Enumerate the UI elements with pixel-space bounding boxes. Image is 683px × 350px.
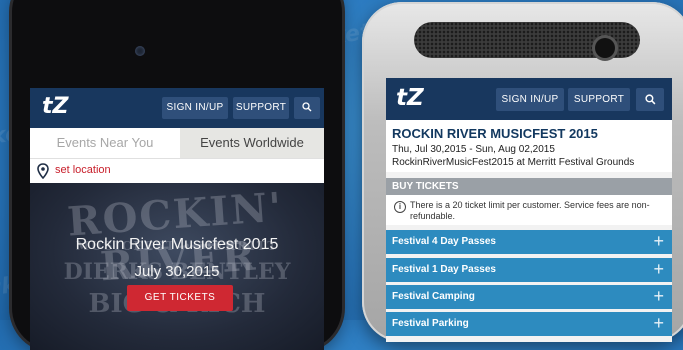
event-title: Rockin River Musicfest 2015 [75,236,279,253]
ticket-category-label: Festival Camping [392,291,475,302]
expand-plus-icon[interactable]: + [653,231,664,252]
expand-plus-icon[interactable]: + [653,286,664,307]
ticket-notice-text: There is a 20 ticket limit per customer.… [410,200,650,221]
ticket-category-row[interactable]: Festival Parking + [386,312,672,336]
info-icon: i [394,201,406,213]
sign-in-button[interactable]: SIGN IN/UP [496,88,564,111]
location-pin-icon [37,163,49,179]
event-venue: RockinRiverMusicFest2015 at Merritt Fest… [392,157,635,168]
right-phone: tZ SIGN IN/UP SUPPORT ROCKIN RIVER MUSIC… [362,2,683,342]
get-tickets-button[interactable]: GET TICKETS [127,285,233,311]
right-phone-screen: tZ SIGN IN/UP SUPPORT ROCKIN RIVER MUSIC… [386,78,672,342]
event-title: ROCKIN RIVER MUSICFEST 2015 [392,126,598,141]
ticket-category-label: Festival 4 Day Passes [392,236,496,247]
ticket-category-label: Festival 1 Day Passes [392,264,496,275]
support-button[interactable]: SUPPORT [233,97,289,119]
front-camera [595,38,615,58]
brand-logo[interactable]: tZ [396,85,424,111]
event-info: ROCKIN RIVER MUSICFEST 2015 Thu, Jul 30,… [386,120,672,172]
left-phone-screen: tZ SIGN IN/UP SUPPORT Events Near You Ev… [30,88,324,350]
ticket-category-row[interactable]: Festival 4 Day Passes + [386,230,672,254]
ticket-category-row[interactable]: Festival 1 Day Passes + [386,258,672,282]
event-date: July 30,2015 [134,263,220,280]
brand-logo[interactable]: tZ [42,94,68,119]
tab-events-worldwide[interactable]: Events Worldwide [180,128,324,158]
app-header: tZ SIGN IN/UP SUPPORT [386,78,672,120]
location-bar[interactable]: set location [30,158,324,183]
left-phone: tZ SIGN IN/UP SUPPORT Events Near You Ev… [12,0,342,350]
event-dates: Thu, Jul 30,2015 - Sun, Aug 02,2015 [392,144,555,155]
ticket-category-row[interactable]: Festival Camping + [386,285,672,309]
tab-events-near-you[interactable]: Events Near You [30,128,180,158]
expand-plus-icon[interactable]: + [653,259,664,280]
event-poster[interactable]: ROCKIN' RIVER MUSICFEST • MERRITT DIERKS… [30,183,324,350]
ticket-notice: i There is a 20 ticket limit per custome… [386,195,672,225]
search-icon [644,94,655,105]
support-button[interactable]: SUPPORT [568,88,630,111]
front-camera [135,46,145,56]
expand-plus-icon[interactable]: + [653,313,664,334]
search-button[interactable] [636,88,664,111]
search-icon [302,102,312,112]
search-button[interactable] [294,97,320,119]
app-header: tZ SIGN IN/UP SUPPORT [30,88,324,128]
set-location-link[interactable]: set location [55,164,111,176]
buy-tickets-header: BUY TICKETS [386,178,672,195]
sign-in-button[interactable]: SIGN IN/UP [162,97,228,119]
